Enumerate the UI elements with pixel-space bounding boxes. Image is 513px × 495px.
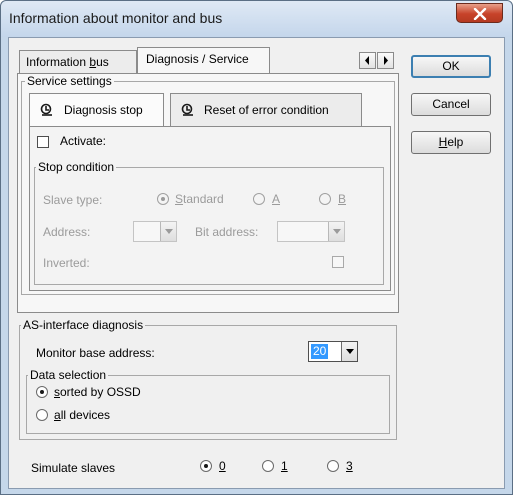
stop-condition-title: Stop condition xyxy=(36,160,117,174)
help-button[interactable]: Help xyxy=(411,131,491,154)
tab-scroll-right-button[interactable] xyxy=(377,52,394,69)
chevron-down-icon xyxy=(165,229,173,234)
tab-scroll-left-button[interactable] xyxy=(359,52,376,69)
tool-icon xyxy=(40,103,52,116)
activate-checkbox[interactable] xyxy=(37,136,49,148)
sorted-by-ossd-radio[interactable] xyxy=(36,386,48,398)
arrow-left-icon xyxy=(365,56,369,65)
close-button[interactable] xyxy=(456,3,503,23)
close-icon xyxy=(473,8,487,20)
slave-type-b-label: B xyxy=(338,192,347,206)
asi-diagnosis-group: AS-interface diagnosis Monitor base addr… xyxy=(19,318,397,440)
simulate-0-radio[interactable] xyxy=(200,460,212,472)
chevron-down-icon xyxy=(333,229,341,234)
monitor-base-address-value: 20 xyxy=(311,344,329,359)
asi-diagnosis-title: AS-interface diagnosis xyxy=(21,318,146,332)
monitor-base-address-label: Monitor base address: xyxy=(36,346,155,360)
all-devices-label: all devices xyxy=(54,408,111,422)
help-label: Help xyxy=(438,135,464,149)
bit-address-dropdown-button[interactable] xyxy=(328,222,344,241)
address-label: Address: xyxy=(43,225,91,239)
tab-diagnosis-service[interactable]: Diagnosis / Service xyxy=(137,47,270,74)
window-title: Information about monitor and bus xyxy=(9,10,223,26)
simulate-3-radio[interactable] xyxy=(327,460,339,472)
service-settings-group: Service settings Diagnosis stop Reset of… xyxy=(21,74,395,295)
inverted-label: Inverted: xyxy=(43,256,90,270)
activate-label: Activate: xyxy=(60,134,107,148)
data-selection-title: Data selection xyxy=(28,368,109,382)
cancel-button[interactable]: Cancel xyxy=(411,93,491,116)
data-selection-group: Data selection sorted by OSSD all device… xyxy=(26,368,390,434)
dialog-client: Information bus Diagnosis / Service OK C… xyxy=(8,37,505,489)
arrow-right-icon xyxy=(384,56,388,65)
chevron-down-icon xyxy=(346,349,354,354)
monitor-base-address-dropdown-button[interactable] xyxy=(341,342,357,361)
tab-label: Information bus xyxy=(26,55,109,69)
tab-label: Diagnosis / Service xyxy=(146,52,249,66)
slave-type-a-label: A xyxy=(272,192,281,206)
monitor-base-address-combobox[interactable]: 20 xyxy=(308,341,358,362)
bit-address-combobox[interactable] xyxy=(277,221,345,242)
simulate-0-label: 0 xyxy=(219,459,226,473)
simulate-3-label: 3 xyxy=(346,459,353,473)
subtab-reset-error-condition[interactable]: Reset of error condition xyxy=(170,93,362,127)
tab-information-bus[interactable]: Information bus xyxy=(19,50,137,74)
simulate-slaves-label: Simulate slaves xyxy=(31,461,116,475)
inverted-checkbox[interactable] xyxy=(332,256,344,268)
tool-icon xyxy=(181,103,193,116)
ok-button[interactable]: OK xyxy=(411,55,491,78)
address-combobox[interactable] xyxy=(133,221,177,242)
simulate-1-label: 1 xyxy=(281,459,288,473)
sorted-by-ossd-label: sorted by OSSD xyxy=(54,385,141,399)
tab-panel-diagnosis-service: Service settings Diagnosis stop Reset of… xyxy=(17,73,399,313)
slave-type-b-radio[interactable] xyxy=(319,193,331,205)
slave-type-label: Slave type: xyxy=(43,193,103,207)
slave-type-a-radio[interactable] xyxy=(253,193,265,205)
title-bar[interactable]: Information about monitor and bus xyxy=(1,1,512,37)
service-settings-title: Service settings xyxy=(25,74,114,88)
subtab-body: Activate: Stop condition Slave type: Sta… xyxy=(29,126,391,291)
bit-address-label: Bit address: xyxy=(195,225,259,239)
slave-type-standard-radio[interactable] xyxy=(157,193,169,205)
slave-type-standard-label: Standard xyxy=(175,192,224,206)
all-devices-radio[interactable] xyxy=(36,409,48,421)
stop-condition-group: Stop condition Slave type: Standard A B … xyxy=(34,160,384,285)
address-dropdown-button[interactable] xyxy=(160,222,176,241)
simulate-1-radio[interactable] xyxy=(262,460,274,472)
subtab-diagnosis-stop[interactable]: Diagnosis stop xyxy=(29,93,164,127)
dialog-window: Information about monitor and bus Inform… xyxy=(0,0,513,495)
